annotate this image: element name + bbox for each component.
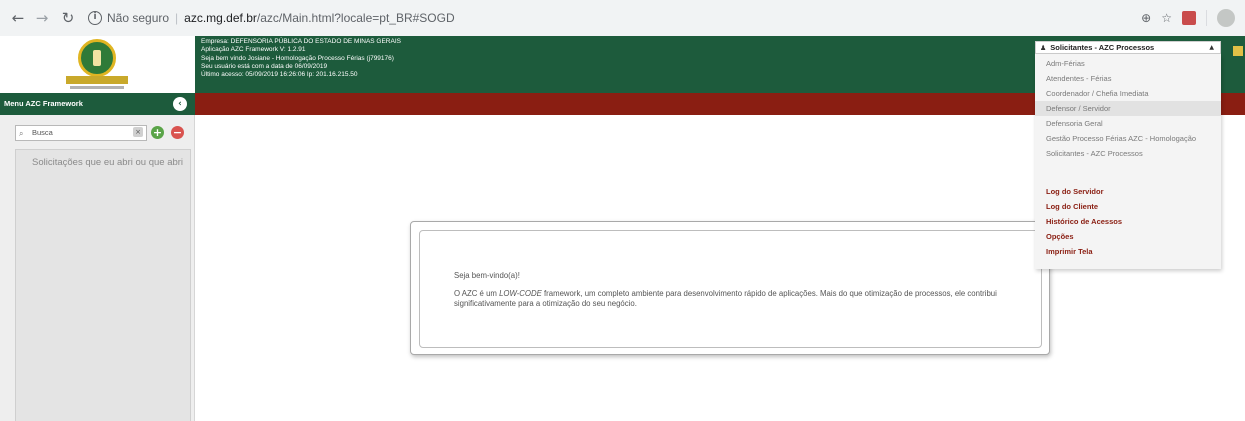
- logo-banner: [66, 76, 128, 84]
- profile-selected: Solicitantes - AZC Processos: [1050, 43, 1155, 52]
- requests-panel-title[interactable]: Solicitações que eu abri ou que abri: [32, 157, 183, 168]
- welcome-message-emphasis: LOW-CODE: [499, 289, 542, 298]
- security-label: Não seguro: [107, 11, 170, 25]
- back-arrow-icon[interactable]: ←: [8, 9, 28, 27]
- sidebar-title: Menu AZC Framework: [4, 99, 83, 108]
- welcome-greeting: Seja bem-vindo(a)!: [454, 271, 520, 280]
- url-separator: |: [175, 11, 179, 25]
- profile-dropdown: Adm-Férias Atendentes - Férias Coordenad…: [1035, 54, 1221, 269]
- url-host: azc.mg.def.br: [184, 11, 257, 25]
- last-access-line: Último acesso: 05/09/2019 16:26:06 Ip: 2…: [201, 71, 358, 79]
- profile-option[interactable]: Solicitantes - AZC Processos: [1035, 146, 1221, 161]
- reload-icon[interactable]: ↻: [58, 9, 78, 27]
- profile-option[interactable]: Atendentes - Férias: [1035, 71, 1221, 86]
- notification-icon[interactable]: [1233, 46, 1243, 56]
- welcome-line: Seja bem vindo Josiane - Homologação Pro…: [201, 54, 394, 62]
- remove-button[interactable]: −: [171, 126, 184, 139]
- profile-selector[interactable]: ♟ Solicitantes - AZC Processos ▲: [1035, 41, 1221, 54]
- search-placeholder: Busca: [32, 128, 53, 137]
- bookmark-star-icon[interactable]: ☆: [1161, 11, 1172, 25]
- print-screen-link[interactable]: Imprimir Tela: [1046, 247, 1093, 256]
- address-bar[interactable]: i Não seguro | azc.mg.def.br/azc/Main.ht…: [88, 5, 455, 31]
- browser-actions: ⊕ ☆: [1141, 0, 1235, 36]
- search-input[interactable]: ⌕ Busca ×: [15, 125, 147, 141]
- welcome-dialog: Seja bem-vindo(a)! O AZC é um LOW-CODE f…: [410, 221, 1050, 355]
- sidebar: ⌕ Busca × + − Solicitações que eu abri o…: [0, 115, 195, 421]
- add-button[interactable]: +: [151, 126, 164, 139]
- welcome-message: O AZC é um LOW-CODE framework, um comple…: [454, 289, 1034, 309]
- company-line: Empresa: DEFENSORIA PÚBLICA DO ESTADO DE…: [201, 38, 401, 45]
- profile-option[interactable]: Defensoria Geral: [1035, 116, 1221, 131]
- requests-panel: Solicitações que eu abri ou que abri: [15, 149, 191, 421]
- info-icon[interactable]: i: [88, 11, 102, 25]
- profile-option[interactable]: Gestão Processo Férias AZC - Homologação: [1035, 131, 1221, 146]
- options-link[interactable]: Opções: [1046, 232, 1074, 241]
- toolbar-divider: [1206, 10, 1207, 26]
- logo-subtitle: [70, 86, 124, 89]
- user-icon: ♟: [1040, 44, 1047, 52]
- pdf-extension-icon[interactable]: [1182, 11, 1196, 25]
- collapse-sidebar-button[interactable]: ‹: [173, 97, 187, 111]
- client-log-link[interactable]: Log do Cliente: [1046, 202, 1098, 211]
- sidebar-header: Menu AZC Framework ‹: [0, 93, 195, 115]
- search-icon: ⌕: [19, 129, 24, 138]
- clear-search-icon[interactable]: ×: [133, 127, 143, 137]
- profile-option[interactable]: Coordenador / Chefia Imediata: [1035, 86, 1221, 101]
- welcome-dialog-frame: Seja bem-vindo(a)! O AZC é um LOW-CODE f…: [419, 230, 1042, 348]
- forward-arrow-icon[interactable]: →: [32, 9, 52, 27]
- user-date-line: Seu usuário está com a data de 06/09/201…: [201, 62, 328, 70]
- access-history-link[interactable]: Histórico de Acessos: [1046, 217, 1122, 226]
- browser-toolbar: ← → ↻ i Não seguro | azc.mg.def.br/azc/M…: [0, 0, 1245, 36]
- url-path: /azc/Main.html?locale=pt_BR#SOGD: [256, 11, 455, 25]
- browser-profile-icon[interactable]: [1217, 9, 1235, 27]
- session-info: Empresa: DEFENSORIA PÚBLICA DO ESTADO DE…: [201, 38, 401, 79]
- welcome-message-start: O AZC é um: [454, 289, 500, 298]
- profile-option[interactable]: Adm-Férias: [1035, 56, 1221, 71]
- zoom-icon[interactable]: ⊕: [1141, 11, 1151, 25]
- logo-emblem-icon: [78, 39, 116, 77]
- defensoria-logo: [0, 36, 195, 93]
- caret-up-icon: ▲: [1209, 44, 1214, 51]
- app-version-line: Aplicação AZC Framework V: 1.2.91: [201, 46, 306, 54]
- profile-option[interactable]: Defensor / Servidor: [1035, 101, 1221, 116]
- server-log-link[interactable]: Log do Servidor: [1046, 187, 1104, 196]
